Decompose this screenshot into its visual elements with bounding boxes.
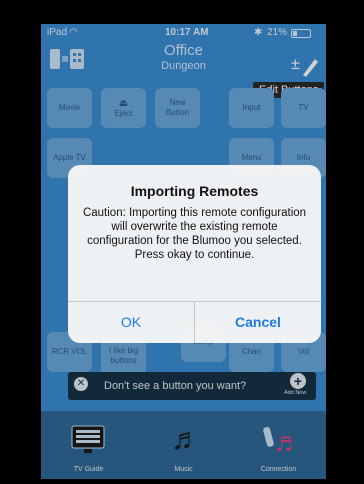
ok-button[interactable]: OK: [68, 302, 194, 343]
alert-title: Importing Remotes: [130, 183, 259, 199]
app-screen: iPad ◠ 10:17 AM ✱ 21% Office Dungeon ± E…: [41, 24, 326, 479]
import-alert-dialog: Importing Remotes Caution: Importing thi…: [68, 165, 321, 343]
alert-message: Caution: Importing this remote configura…: [82, 207, 307, 261]
cancel-button[interactable]: Cancel: [195, 302, 321, 343]
